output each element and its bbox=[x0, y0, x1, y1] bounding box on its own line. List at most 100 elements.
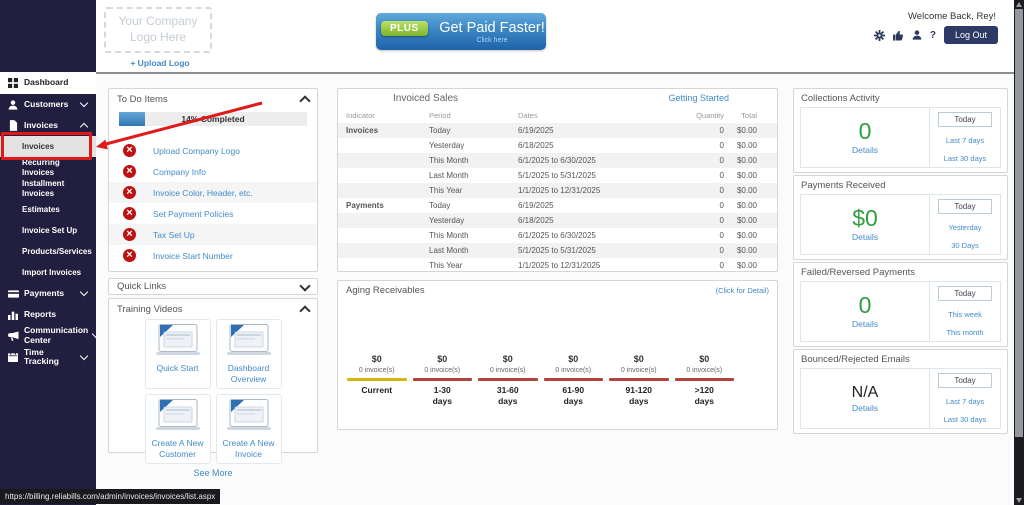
todo-item-link[interactable]: Tax Set Up bbox=[153, 230, 195, 240]
period-30-days[interactable]: 30 Days bbox=[951, 241, 979, 250]
cell-qty: 0 bbox=[668, 201, 724, 210]
period-today[interactable]: Today bbox=[938, 286, 992, 301]
video-quick-start[interactable]: Quick Start bbox=[145, 319, 211, 389]
details-link[interactable]: Details bbox=[852, 145, 878, 155]
bucket-amount: $0 bbox=[344, 354, 410, 364]
logout-button[interactable]: Log Out bbox=[944, 26, 998, 44]
sidebar-item-recurring-invoices[interactable]: Recurring Invoices bbox=[0, 157, 96, 178]
video-dashboard-overview[interactable]: Dashboard Overview bbox=[216, 319, 282, 389]
settings-gear-icon[interactable] bbox=[874, 30, 885, 41]
stat-value-area: 0 Details bbox=[801, 108, 929, 167]
invoiced-sales-panel: Invoiced Sales Getting Started Indicator… bbox=[337, 88, 778, 272]
getting-started-link[interactable]: Getting Started bbox=[668, 93, 729, 104]
cell-per: Today bbox=[429, 126, 518, 135]
invoiced-sales-row: Yesterday6/18/20250$0.00 bbox=[338, 138, 777, 153]
cell-tot: $0.00 bbox=[724, 246, 757, 255]
details-link[interactable]: Details bbox=[852, 232, 878, 242]
scrollbar-thumb[interactable] bbox=[1015, 9, 1023, 437]
expand-chevron-down-icon[interactable] bbox=[299, 280, 310, 291]
invoiced-sales-row: InvoicesToday6/19/20250$0.00 bbox=[338, 123, 777, 138]
training-panel-title: Training Videos bbox=[117, 304, 182, 315]
account-person-icon[interactable] bbox=[912, 30, 922, 40]
incomplete-x-icon: × bbox=[123, 207, 136, 220]
period-today[interactable]: Today bbox=[938, 373, 992, 388]
middle-column: Invoiced Sales Getting Started Indicator… bbox=[337, 88, 778, 430]
left-column: To Do Items 14% Completed ×Upload Compan… bbox=[108, 88, 318, 453]
video-thumbnail-icon bbox=[156, 399, 200, 436]
sidebar-item-payments[interactable]: Payments bbox=[0, 283, 96, 304]
get-paid-faster-banner[interactable]: PLUS Get Paid Faster! Click here bbox=[376, 13, 546, 50]
cell-tot: $0.00 bbox=[724, 141, 757, 150]
header-actions: ? Log Out bbox=[874, 26, 998, 44]
todo-item-link[interactable]: Set Payment Policies bbox=[153, 209, 233, 219]
sidebar-item-dashboard[interactable]: Dashboard bbox=[0, 72, 96, 94]
period-last-7-days[interactable]: Last 7 days bbox=[946, 397, 984, 406]
quick-links-title: Quick Links bbox=[117, 281, 166, 292]
video-create-a-new-customer[interactable]: Create A New Customer bbox=[145, 394, 211, 464]
details-link[interactable]: Details bbox=[852, 403, 878, 413]
sidebar-item-installment-invoices[interactable]: Installment Invoices bbox=[0, 178, 96, 199]
sidebar-item-estimates[interactable]: Estimates bbox=[0, 199, 96, 220]
period-yesterday[interactable]: Yesterday bbox=[948, 223, 981, 232]
thumbs-up-icon[interactable] bbox=[893, 30, 904, 41]
sidebar-item-invoice-set-up[interactable]: Invoice Set Up bbox=[0, 220, 96, 241]
aging-header: Aging Receivables (Click for Detail) bbox=[338, 281, 777, 298]
period-today[interactable]: Today bbox=[938, 199, 992, 214]
period-last-7-days[interactable]: Last 7 days bbox=[946, 136, 984, 145]
see-more-link[interactable]: See More bbox=[109, 468, 317, 478]
todo-item-link[interactable]: Invoice Color, Header, etc. bbox=[153, 188, 253, 198]
todo-item: × Set Payment Policies bbox=[109, 203, 317, 224]
sidebar-item-import-invoices[interactable]: Import Invoices bbox=[0, 262, 96, 283]
video-create-a-new-invoice[interactable]: Create A New Invoice bbox=[216, 394, 282, 464]
period-today[interactable]: Today bbox=[938, 112, 992, 127]
collapse-chevron-up-icon[interactable] bbox=[299, 95, 310, 106]
bucket-amount: $0 bbox=[410, 354, 476, 364]
stat-title: Collections Activity bbox=[794, 89, 1007, 106]
sidebar-item-communication-center[interactable]: Communication Center bbox=[0, 325, 96, 347]
stats-column: Collections Activity 0 Details Today Last 7 … bbox=[793, 88, 1008, 434]
collapse-chevron-up-icon[interactable] bbox=[299, 305, 310, 316]
bucket-bar bbox=[609, 378, 669, 381]
cell-dat: 1/1/2025 to 12/31/2025 bbox=[518, 186, 668, 195]
click-for-detail-link[interactable]: (Click for Detail) bbox=[716, 286, 769, 295]
quick-links-panel[interactable]: Quick Links bbox=[108, 278, 318, 295]
cell-per: This Month bbox=[429, 156, 518, 165]
header: Your Company Logo Here + Upload Logo PLU… bbox=[96, 0, 1014, 74]
cell-dat: 6/18/2025 bbox=[518, 216, 668, 225]
period-last-30-days[interactable]: Last 30 days bbox=[944, 154, 987, 163]
help-icon[interactable]: ? bbox=[930, 30, 936, 41]
sidebar-item-customers[interactable]: Customers bbox=[0, 94, 96, 115]
incomplete-x-icon: × bbox=[123, 186, 136, 199]
cell-tot: $0.00 bbox=[724, 201, 757, 210]
sidebar-item-products-services[interactable]: Products/Services bbox=[0, 241, 96, 262]
period-this-week[interactable]: This week bbox=[948, 310, 982, 319]
cell-per: Today bbox=[429, 201, 518, 210]
period-last-30-days[interactable]: Last 30 days bbox=[944, 415, 987, 424]
upload-logo-link[interactable]: + Upload Logo bbox=[104, 58, 216, 68]
vertical-scrollbar[interactable] bbox=[1014, 0, 1024, 505]
bucket-bar bbox=[675, 378, 735, 381]
cell-ind: Invoices bbox=[346, 126, 429, 135]
todo-item-link[interactable]: Invoice Start Number bbox=[153, 251, 233, 261]
chevron-down-icon bbox=[80, 99, 88, 107]
scroll-down-arrow-icon[interactable] bbox=[1016, 498, 1022, 503]
sidebar: DashboardCustomersInvoicesInvoicesRecurr… bbox=[0, 0, 96, 505]
cell-tot: $0.00 bbox=[724, 231, 757, 240]
stat-value: 0 bbox=[859, 120, 872, 143]
banner-click-here[interactable]: Click here bbox=[476, 37, 507, 44]
bucket-count: 0 invoice(s) bbox=[672, 367, 738, 374]
stat-value: N/A bbox=[852, 385, 879, 401]
invoiced-sales-body: InvoicesToday6/19/20250$0.00Yesterday6/1… bbox=[338, 123, 777, 273]
cell-dat: 6/19/2025 bbox=[518, 126, 668, 135]
details-link[interactable]: Details bbox=[852, 319, 878, 329]
period-this-month[interactable]: This month bbox=[946, 328, 983, 337]
sidebar-item-time-tracking[interactable]: Time Tracking bbox=[0, 347, 96, 369]
todo-item-link[interactable]: Company Info bbox=[153, 167, 206, 177]
sidebar-item-label: Recurring Invoices bbox=[22, 158, 92, 176]
sidebar-item-reports[interactable]: Reports bbox=[0, 304, 96, 325]
stat-panel-bounced-rejected-emails: Bounced/Rejected EmailsN/ADetailsTodayLa… bbox=[793, 349, 1008, 434]
bucket-bar bbox=[347, 378, 407, 381]
sidebar-item-label: Installment Invoices bbox=[22, 179, 92, 197]
scroll-up-arrow-icon[interactable] bbox=[1016, 2, 1022, 7]
todo-item-link[interactable]: Upload Company Logo bbox=[153, 146, 240, 156]
